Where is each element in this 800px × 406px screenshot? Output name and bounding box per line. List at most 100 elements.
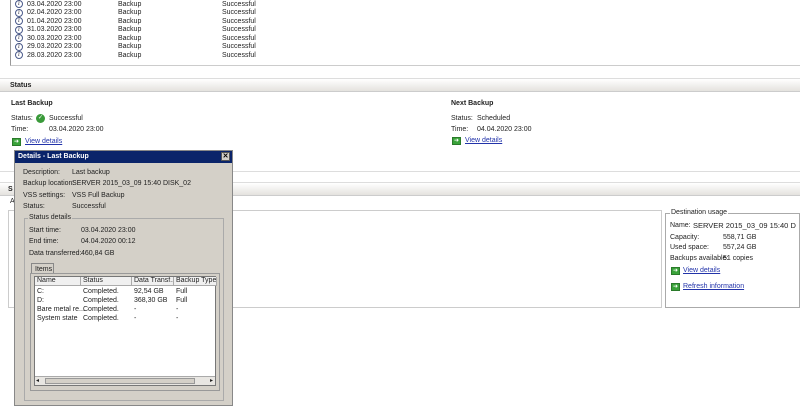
location-value: SERVER 2015_03_09 15:40 DISK_02 [72, 180, 191, 187]
next-time-value: 04.04.2020 23:00 [477, 126, 532, 133]
used-space-label: Used space: [670, 244, 709, 251]
dialog-titlebar: Details - Last Backup ✕ [15, 151, 232, 163]
history-type: Backup [118, 9, 142, 17]
history-result: Successful [222, 17, 256, 25]
table-cell: - [134, 306, 137, 313]
location-label: Backup location: [23, 180, 75, 187]
next-status-value: Scheduled [477, 115, 511, 122]
history-result: Successful [222, 51, 256, 59]
scroll-thumb[interactable] [45, 378, 195, 384]
table-cell: 368,30 GB [134, 297, 168, 304]
description-label: Description: [23, 169, 60, 176]
table-cell: Full [176, 288, 188, 295]
scroll-right-icon[interactable]: ▸ [210, 377, 213, 384]
history-row[interactable]: i 30.03.2020 23:00 Backup Successful [15, 34, 256, 43]
history-row[interactable]: i 31.03.2020 23:00 Backup Successful [15, 25, 256, 35]
vss-label: VSS settings: [23, 192, 66, 199]
backups-available-label: Backups available: [670, 255, 729, 262]
info-icon: i [15, 8, 23, 17]
history-type: Backup [118, 43, 142, 51]
description-value: Last backup [72, 169, 110, 176]
history-result: Successful [222, 34, 256, 42]
dest-view-details-link[interactable]: View details [683, 267, 720, 274]
history-time: 03.04.2020 23:00 [27, 0, 82, 8]
last-time-label: Time: [11, 126, 29, 133]
end-time-value: 04.04.2020 00:12 [81, 238, 136, 245]
info-icon: i [15, 25, 23, 34]
arrow-icon: ➜ [12, 138, 21, 146]
refresh-information-link[interactable]: Refresh information [683, 283, 744, 290]
success-check-icon: ✓ [36, 114, 45, 123]
end-time-label: End time: [29, 238, 59, 245]
table-cell: System state [37, 315, 78, 322]
destination-legend: Destination usage [670, 209, 729, 216]
history-type: Backup [118, 26, 142, 34]
history-row[interactable]: i 28.03.2020 23:00 Backup Successful [15, 51, 256, 60]
data-transferred-value: 460,84 GB [81, 250, 115, 257]
close-icon[interactable]: ✕ [221, 152, 230, 161]
history-type: Backup [118, 51, 142, 59]
vss-value: VSS Full Backup [72, 192, 125, 199]
column-header[interactable]: Status [81, 277, 132, 286]
column-header[interactable]: Backup Type [174, 277, 217, 286]
horizontal-scrollbar[interactable]: ◂ ▸ [35, 376, 215, 385]
next-backup-title: Next Backup [451, 100, 494, 107]
status-header: Status [0, 78, 800, 92]
details-dialog: Details - Last Backup ✕ Description: Last… [14, 150, 233, 406]
table-cell: Completed. [83, 297, 119, 304]
info-icon: i [15, 17, 23, 26]
table-cell: - [176, 306, 179, 313]
capacity-label: Capacity: [670, 234, 700, 241]
table-cell: - [134, 315, 137, 322]
status-value: Successful [72, 203, 106, 210]
table-cell: C: [37, 288, 44, 295]
next-time-label: Time: [451, 126, 469, 133]
last-time-value: 03.04.2020 23:00 [49, 126, 104, 133]
arrow-icon: ➜ [452, 137, 461, 145]
history-result: Successful [222, 9, 256, 17]
column-header[interactable]: Data Transf... [132, 277, 174, 286]
dest-name-label: Name: [670, 222, 691, 229]
history-row[interactable]: i 03.04.2020 23:00 Backup Successful [15, 0, 256, 9]
dest-name-value: SERVER 2015_03_09 15:40 D [693, 221, 796, 230]
start-time-value: 03.04.2020 23:00 [81, 227, 136, 234]
capacity-value: 558,71 GB [723, 234, 757, 241]
used-space-value: 557,24 GB [723, 244, 757, 251]
backups-available-value: 51 copies [723, 255, 753, 262]
history-time: 02.04.2020 23:00 [27, 9, 82, 17]
history-time: 28.03.2020 23:00 [27, 51, 82, 59]
history-type: Backup [118, 0, 142, 8]
scroll-left-icon[interactable]: ◂ [36, 377, 39, 384]
history-time: 01.04.2020 23:00 [27, 17, 82, 25]
history-result: Successful [222, 0, 256, 8]
table-cell: Bare metal re... [37, 306, 85, 313]
info-icon: i [15, 0, 23, 9]
data-transferred-label: Data transferred: [29, 250, 82, 257]
table-cell: Completed. [83, 306, 119, 313]
history-time: 29.03.2020 23:00 [27, 43, 82, 51]
dialog-title: Details - Last Backup [18, 153, 89, 160]
last-status-label: Status: [11, 115, 33, 122]
history-time: 30.03.2020 23:00 [27, 34, 82, 42]
table-cell: Completed. [83, 315, 119, 322]
arrow-icon: ➜ [671, 283, 680, 291]
info-icon: i [15, 51, 23, 60]
backup-history-list[interactable]: i 03.04.2020 23:00 Backup Successful i 02.04.… [10, 0, 800, 66]
history-row[interactable]: i 01.04.2020 23:00 Backup Successful [15, 17, 256, 26]
start-time-label: Start time: [29, 227, 61, 234]
history-row[interactable]: i 29.03.2020 23:00 Backup Successful [15, 42, 256, 52]
arrow-icon: ➜ [671, 267, 680, 275]
next-status-label: Status: [451, 115, 473, 122]
table-cell: Completed. [83, 288, 119, 295]
table-cell: - [176, 315, 179, 322]
history-row[interactable]: i 02.04.2020 23:00 Backup Successful [15, 8, 256, 18]
history-type: Backup [118, 34, 142, 42]
info-icon: i [15, 42, 23, 51]
history-result: Successful [222, 26, 256, 34]
last-view-details-link[interactable]: View details [25, 138, 62, 145]
next-view-details-link[interactable]: View details [465, 137, 502, 144]
history-type: Backup [118, 17, 142, 25]
column-header[interactable]: Name [35, 277, 81, 286]
items-table[interactable]: ◂ ▸ Name Status Data Transf... Backup Type C… [34, 276, 217, 386]
info-icon: i [15, 34, 23, 43]
